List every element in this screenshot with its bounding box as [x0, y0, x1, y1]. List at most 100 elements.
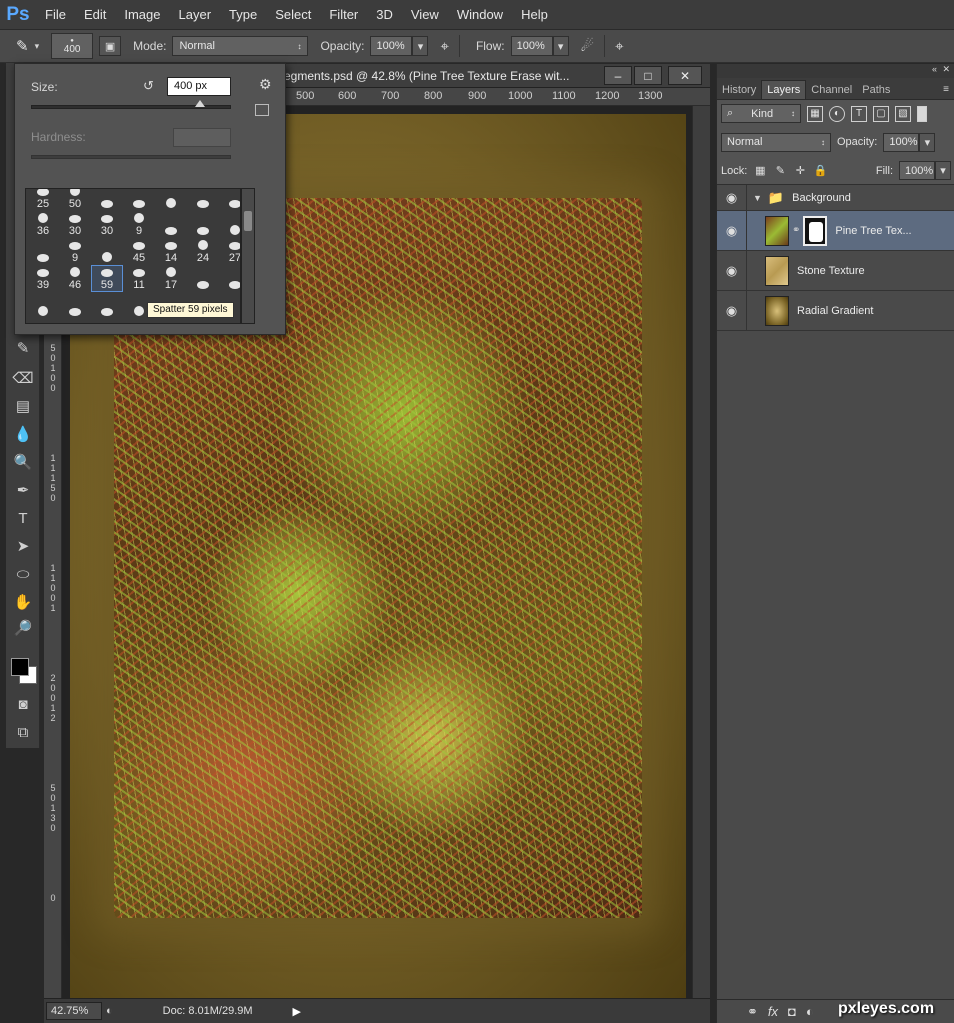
layer-row-pine-tree-texture[interactable]: ◉ ⚭ Pine Tree Tex...	[717, 211, 954, 251]
expand-group-icon[interactable]: ▼	[753, 193, 762, 203]
visibility-eye-icon[interactable]: ◉	[717, 291, 747, 330]
pen-tool-icon[interactable]: ✒	[6, 477, 40, 503]
fill-dropdown-button[interactable]: ▾	[935, 161, 951, 180]
menu-3d[interactable]: 3D	[367, 0, 402, 30]
maximize-button[interactable]: □	[634, 66, 662, 85]
menu-type[interactable]: Type	[220, 0, 266, 30]
tab-paths[interactable]: Paths	[857, 81, 895, 99]
layer-opacity-dropdown-button[interactable]: ▾	[919, 132, 936, 152]
quick-mask-icon[interactable]: ◙	[6, 691, 40, 717]
filter-shape-icon[interactable]: ▢	[873, 105, 889, 122]
ellipse-tool-icon[interactable]: ⬭	[6, 561, 40, 587]
filter-type-icon[interactable]: T	[851, 105, 867, 122]
brush-preset[interactable]	[92, 189, 122, 210]
brush-preset[interactable]: 17	[156, 266, 186, 291]
brush-preset[interactable]: 45	[124, 239, 154, 264]
brush-tool-icon[interactable]: ✎	[6, 335, 40, 361]
flow-field[interactable]: 100%	[510, 36, 553, 56]
brush-preset[interactable]: 46	[60, 266, 90, 291]
brush-preset[interactable]	[220, 189, 240, 210]
tab-history[interactable]: History	[717, 81, 761, 99]
status-menu-arrow-icon[interactable]: ▶	[293, 1005, 301, 1018]
layer-mask-thumbnail[interactable]	[803, 215, 828, 246]
size-slider[interactable]	[31, 100, 231, 109]
link-icon[interactable]: ⚭	[792, 225, 800, 236]
flow-dropdown-button[interactable]: ▾	[552, 36, 569, 56]
dodge-tool-icon[interactable]: 🔍	[6, 449, 40, 475]
brush-panel-toggle-button[interactable]: ▣	[99, 36, 122, 56]
layer-row-radial-gradient[interactable]: ◉ Radial Gradient	[717, 291, 954, 331]
menu-select[interactable]: Select	[266, 0, 320, 30]
filter-kind-select[interactable]: ⌕ Kind ↕	[721, 104, 801, 123]
brush-preset[interactable]: 50	[60, 189, 90, 210]
visibility-eye-icon[interactable]: ◉	[717, 211, 747, 250]
screen-mode-icon[interactable]: ⧉	[6, 719, 40, 745]
filter-adjustment-icon[interactable]: ◐	[829, 105, 845, 122]
brush-tool-icon[interactable]: ✎	[16, 37, 29, 55]
visibility-eye-icon[interactable]: ◉	[717, 251, 747, 290]
new-adjustment-icon[interactable]: ◐	[806, 1004, 814, 1019]
brush-preset[interactable]	[220, 212, 240, 237]
gradient-tool-icon[interactable]: ▤	[6, 393, 40, 419]
blur-tool-icon[interactable]: 💧	[6, 421, 40, 447]
status-info-icon[interactable]: ◐	[106, 1005, 113, 1017]
collapse-panels-icon[interactable]: «	[932, 64, 937, 74]
tool-preset-arrow-icon[interactable]: ▾	[35, 41, 40, 52]
brush-preset[interactable]: 39	[28, 266, 58, 291]
visibility-eye-icon[interactable]: ◉	[717, 185, 747, 210]
layer-row-stone-texture[interactable]: ◉ Stone Texture	[717, 251, 954, 291]
eraser-tool-icon[interactable]: ⌫	[6, 365, 40, 391]
opacity-field[interactable]: 100%	[370, 36, 413, 56]
brush-preset[interactable]: 27	[220, 239, 240, 264]
menu-view[interactable]: View	[402, 0, 448, 30]
pressure-size-icon[interactable]: ⌖	[615, 38, 623, 55]
menu-help[interactable]: Help	[512, 0, 557, 30]
panel-menu-icon[interactable]: ≡	[943, 84, 949, 95]
brush-preset[interactable]: 30	[92, 212, 122, 237]
minimize-button[interactable]: –	[604, 66, 632, 85]
tab-channels[interactable]: Channel	[806, 81, 857, 99]
brush-preset[interactable]: 25	[28, 189, 58, 210]
brush-preset[interactable]	[92, 239, 122, 264]
type-tool-icon[interactable]: T	[6, 505, 40, 531]
path-selection-tool-icon[interactable]: ➤	[6, 533, 40, 559]
add-mask-icon[interactable]: ◘	[788, 1004, 796, 1019]
brush-preset[interactable]	[28, 293, 58, 318]
brush-preset[interactable]	[156, 189, 186, 210]
brush-preset[interactable]: 24	[188, 239, 218, 264]
brush-preset[interactable]	[188, 189, 218, 210]
brush-preset[interactable]: 30	[60, 212, 90, 237]
gear-icon[interactable]: ⚙	[259, 76, 272, 93]
brush-preset[interactable]: 59	[91, 265, 123, 292]
lock-image-icon[interactable]: ✎	[773, 164, 787, 178]
brush-preset[interactable]	[92, 293, 122, 318]
brush-preset[interactable]	[220, 266, 240, 291]
brush-preset[interactable]: 9	[124, 212, 154, 237]
hand-tool-icon[interactable]: ✋	[6, 589, 40, 615]
mode-select[interactable]: Normal ↕	[172, 36, 309, 56]
filter-toggle-icon[interactable]	[917, 105, 927, 122]
size-slider-thumb[interactable]	[195, 100, 205, 107]
lock-transparent-icon[interactable]: ▦	[753, 164, 767, 178]
brush-preset[interactable]: 9	[60, 239, 90, 264]
filter-smart-object-icon[interactable]: ▧	[895, 105, 911, 122]
document-title[interactable]: egments.psd @ 42.8% (Pine Tree Texture E…	[284, 69, 574, 83]
menu-window[interactable]: Window	[448, 0, 512, 30]
vertical-scrollbar[interactable]	[692, 106, 710, 998]
pressure-opacity-icon[interactable]: ⌖	[440, 38, 448, 55]
menu-image[interactable]: Image	[115, 0, 169, 30]
lock-all-icon[interactable]: 🔒	[813, 164, 827, 178]
brush-preset[interactable]	[60, 293, 90, 318]
close-button[interactable]: ✕	[668, 66, 702, 85]
brush-preset[interactable]: 14	[156, 239, 186, 264]
brush-preset[interactable]	[28, 239, 58, 264]
brush-preset[interactable]: 36	[28, 212, 58, 237]
brush-preset[interactable]	[188, 212, 218, 237]
filter-pixel-icon[interactable]: ▦	[807, 105, 823, 122]
menu-file[interactable]: File	[36, 0, 75, 30]
link-layers-icon[interactable]: ⚭	[747, 1004, 758, 1020]
lock-position-icon[interactable]: ✛	[793, 164, 807, 178]
size-field[interactable]: 400 px	[167, 77, 231, 96]
zoom-tool-icon[interactable]: 🔎	[6, 615, 40, 641]
brush-preset[interactable]	[188, 266, 218, 291]
